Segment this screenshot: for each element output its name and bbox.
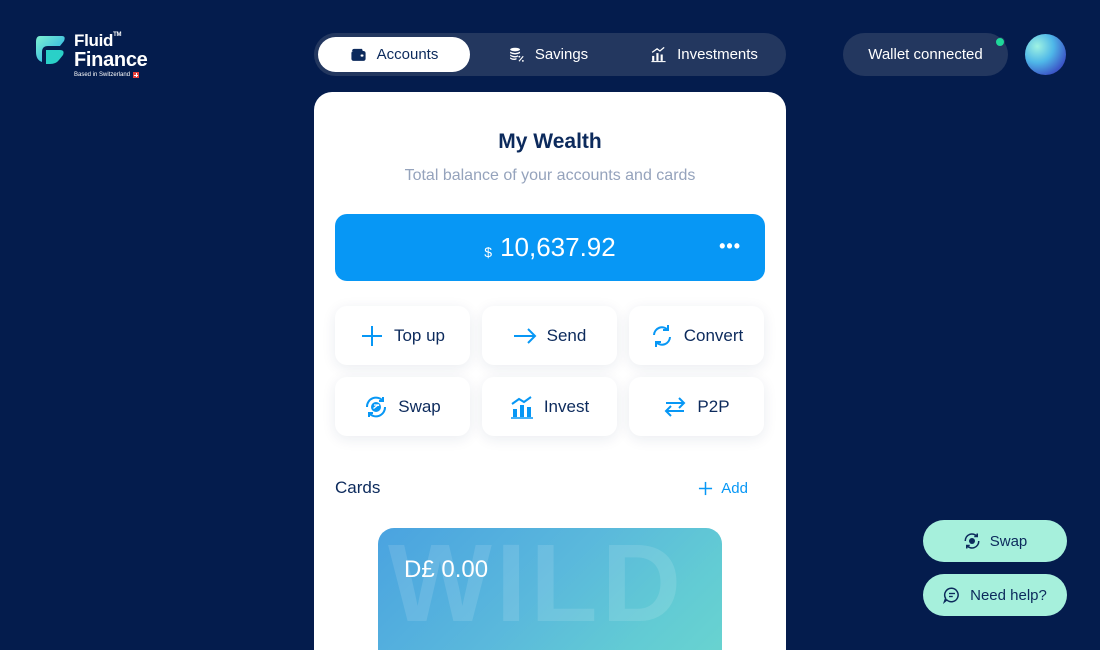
connected-dot-icon (995, 37, 1005, 47)
brand-tagline: Based in Switzerland (74, 72, 147, 78)
need-help-label: Need help? (970, 586, 1047, 604)
refresh-icon (652, 324, 671, 347)
plus-icon (699, 481, 713, 495)
tab-investments[interactable]: Investments (626, 37, 782, 72)
send-label: Send (546, 325, 587, 345)
coins-percent-icon (509, 47, 524, 62)
balance-card: $ 10,637.92 ••• (335, 214, 765, 281)
swap-circle-icon (964, 533, 980, 549)
brand-name-line1: FluidTM (74, 31, 122, 50)
invest-label: Invest (543, 396, 590, 416)
add-card-button[interactable]: Add (698, 480, 748, 497)
wallet-status-label: Wallet connected (868, 46, 983, 63)
chat-bubble-icon (943, 587, 959, 604)
convert-button[interactable]: Convert (629, 306, 764, 365)
brand-logo[interactable]: FluidTM Finance Based in Switzerland (34, 31, 148, 78)
brand-name-line2: Finance (74, 49, 148, 71)
balance-currency: $ (484, 243, 493, 260)
floating-swap-button[interactable]: Swap (923, 520, 1067, 562)
arrow-right-icon (513, 327, 537, 344)
top-up-label: Top up (393, 325, 446, 345)
quick-actions: Top up Send Convert Swap Invest P2P (335, 306, 765, 436)
tab-accounts[interactable]: Accounts (318, 37, 470, 72)
avatar[interactable] (1025, 34, 1066, 75)
main-tabs: Accounts Savings Investments (314, 33, 786, 76)
p2p-label: P2P (697, 396, 730, 416)
card-balance: D£ 0.00 (404, 556, 489, 583)
wallet-icon (351, 48, 366, 61)
send-button[interactable]: Send (482, 306, 617, 365)
transfer-arrows-icon (665, 396, 686, 417)
invest-chart-icon (510, 395, 533, 419)
more-horizontal-icon[interactable]: ••• (719, 236, 741, 257)
wealth-panel: My Wealth Total balance of your accounts… (314, 92, 786, 650)
floating-swap-label: Swap (989, 532, 1028, 550)
card-watermark: WILD CARD (388, 528, 722, 645)
wildcard-card[interactable]: WILD CARD D£ 0.00 (378, 528, 722, 650)
swiss-flag-icon (133, 72, 140, 78)
cards-header: Cards Add (335, 478, 748, 498)
p2p-button[interactable]: P2P (629, 377, 764, 436)
swap-label: Swap (398, 396, 441, 416)
plus-icon (361, 325, 382, 346)
tab-savings-label: Savings (534, 46, 589, 63)
swap-circle-icon (366, 396, 387, 417)
balance-amount: 10,637.92 (500, 232, 616, 262)
page-title: My Wealth (498, 130, 602, 153)
swap-button[interactable]: Swap (335, 377, 470, 436)
bar-chart-icon (651, 46, 666, 63)
invest-button[interactable]: Invest (482, 377, 617, 436)
page-subtitle: Total balance of your accounts and cards (404, 167, 696, 184)
fluid-logo-icon (36, 36, 65, 64)
cards-section-title: Cards (335, 478, 381, 497)
tab-savings[interactable]: Savings (470, 37, 626, 72)
tab-investments-label: Investments (677, 46, 758, 63)
tab-accounts-label: Accounts (376, 46, 439, 63)
add-card-label: Add (721, 479, 748, 497)
convert-label: Convert (683, 325, 744, 345)
top-up-button[interactable]: Top up (335, 306, 470, 365)
wallet-status-button[interactable]: Wallet connected (843, 33, 1008, 76)
need-help-button[interactable]: Need help? (923, 574, 1067, 616)
